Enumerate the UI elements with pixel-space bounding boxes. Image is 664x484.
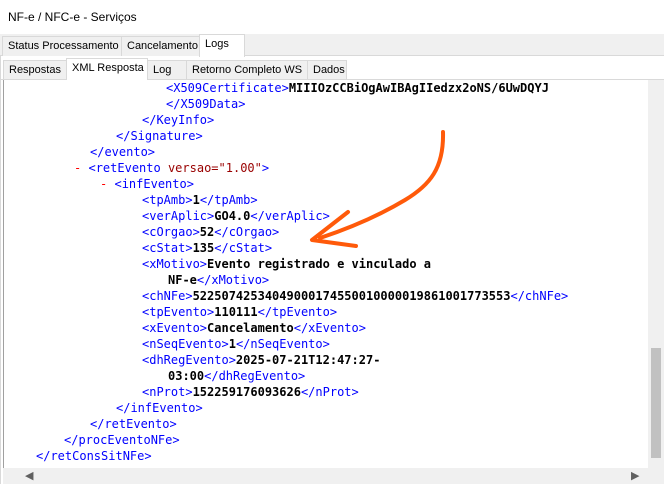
tab-respostas[interactable]: Respostas xyxy=(3,60,67,79)
tab-logs[interactable]: Logs xyxy=(199,34,245,57)
scroll-thumb[interactable] xyxy=(651,348,661,458)
collapse-toggle[interactable]: - xyxy=(74,161,81,175)
tab-log[interactable]: Log xyxy=(147,60,187,79)
xml-line: <tpEvento>110111</tpEvento> xyxy=(142,305,338,319)
xml-line: </evento> xyxy=(90,145,156,159)
xml-line: </Signature> xyxy=(116,129,203,143)
tab-xml-resposta[interactable]: XML Resposta xyxy=(66,58,148,80)
collapse-toggle[interactable]: - xyxy=(100,177,107,191)
window-title: NF-e / NFC-e - Serviços xyxy=(8,10,137,24)
horizontal-scrollbar[interactable]: ◀ ▶ xyxy=(3,468,648,484)
xml-line: </procEventoNFe> xyxy=(64,433,180,447)
xml-line: </KeyInfo> xyxy=(142,113,215,127)
xml-line: <dhRegEvento>2025-07-21T12:47:27- xyxy=(142,353,381,367)
xml-line: <verAplic>GO4.0</verAplic> xyxy=(142,209,330,223)
xml-viewer[interactable]: <X509Certificate>MIIIOzCCBiOgAwIBAgIIedz… xyxy=(3,80,648,468)
xml-line: - <infEvento> xyxy=(100,177,194,191)
tab-dados[interactable]: Dados xyxy=(307,60,347,79)
tab-status-processamento[interactable]: Status Processamento xyxy=(2,36,122,56)
xml-line: </X509Data> xyxy=(166,97,246,111)
xml-line: <xEvento>Cancelamento</xEvento> xyxy=(142,321,366,335)
xml-line: - <retEvento versao="1.00"> xyxy=(74,161,270,175)
xml-line: <xMotivo>Evento registrado e vinculado a xyxy=(142,257,431,271)
xml-line: <chNFe>522507425340490001745500100000198… xyxy=(142,289,569,303)
xml-line-cstat: <cStat>135</cStat> xyxy=(142,241,273,255)
xml-line: 03:00</dhRegEvento> xyxy=(168,369,306,383)
xml-line: <tpAmb>1</tpAmb> xyxy=(142,193,258,207)
xml-line: <X509Certificate>MIIIOzCCBiOgAwIBAgIIedz… xyxy=(166,81,549,95)
scroll-right-icon[interactable]: ▶ xyxy=(631,468,639,484)
tab-cancelamento[interactable]: Cancelamento xyxy=(121,36,200,56)
main-tabs: Status Processamento Cancelamento Logs xyxy=(0,34,664,57)
xml-line: </retEvento> xyxy=(90,417,177,431)
sub-tabs: Respostas XML Resposta Log Retorno Compl… xyxy=(0,56,664,80)
xml-line: </infEvento> xyxy=(116,401,203,415)
xml-line: <nProt>152259176093626</nProt> xyxy=(142,385,359,399)
title-bar: NF-e / NFC-e - Serviços xyxy=(0,0,664,34)
xml-line: NF-e</xMotivo> xyxy=(168,273,270,287)
xml-line: <nSeqEvento>1</nSeqEvento> xyxy=(142,337,330,351)
tab-retorno-completo-ws[interactable]: Retorno Completo WS xyxy=(186,60,308,79)
scroll-left-icon[interactable]: ◀ xyxy=(25,468,33,484)
scroll-corner xyxy=(648,468,664,484)
xml-line: <cOrgao>52</cOrgao> xyxy=(142,225,280,239)
xml-line: </retConsSitNFe> xyxy=(36,449,152,463)
vertical-scrollbar[interactable] xyxy=(648,80,664,468)
